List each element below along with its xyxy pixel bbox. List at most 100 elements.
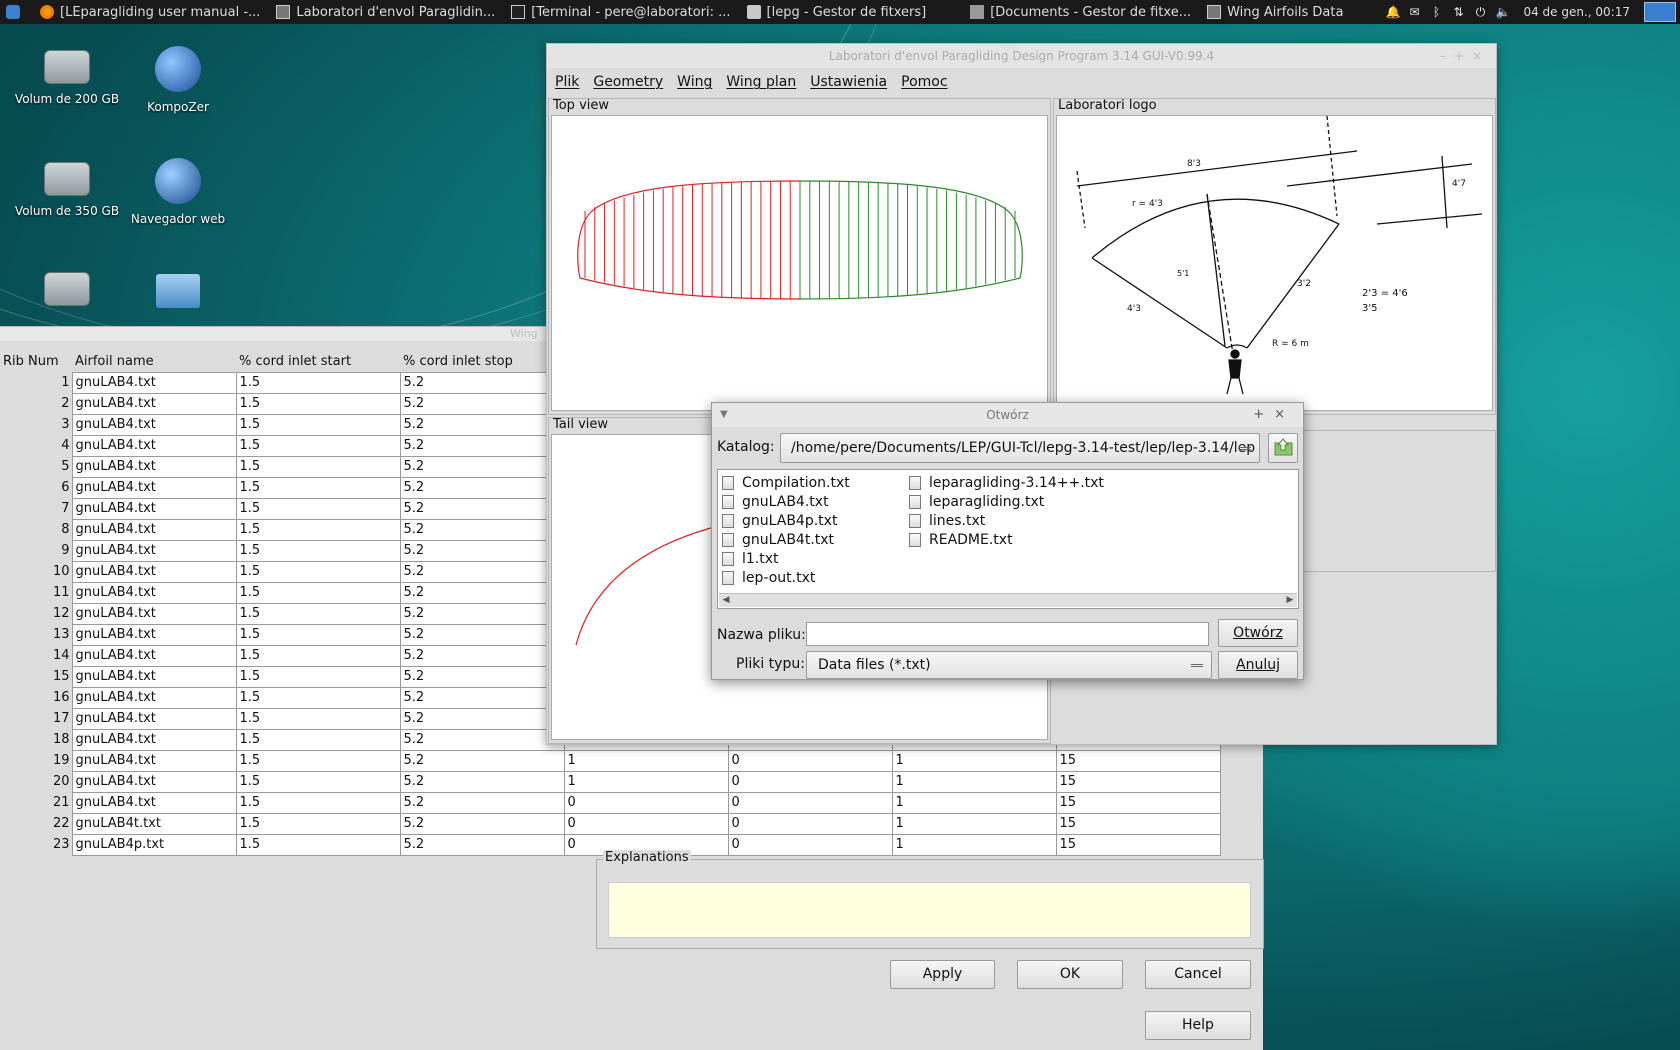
table-cell[interactable]: 0 xyxy=(727,812,893,835)
table-cell[interactable]: 1.5 xyxy=(235,518,401,541)
table-cell[interactable]: gnuLAB4.txt xyxy=(71,392,237,415)
file-item[interactable]: gnuLAB4t.txt xyxy=(722,532,834,548)
table-cell[interactable]: 1 xyxy=(891,770,1057,793)
file-item[interactable]: gnuLAB4p.txt xyxy=(722,513,837,529)
desktop-icon-folder[interactable] xyxy=(123,270,233,312)
task-file-manager-lepg[interactable]: [lepg - Gestor de fitxers] xyxy=(739,0,935,24)
table-cell[interactable]: gnuLAB4.txt xyxy=(71,413,237,436)
file-item[interactable]: l1.txt xyxy=(722,551,779,567)
table-cell[interactable]: 1 xyxy=(563,749,729,772)
table-cell[interactable]: gnuLAB4.txt xyxy=(71,686,237,709)
table-cell[interactable]: gnuLAB4p.txt xyxy=(71,833,237,856)
table-cell[interactable]: 1.5 xyxy=(235,434,401,457)
table-cell[interactable]: 5.2 xyxy=(399,602,565,625)
table-cell[interactable]: gnuLAB4.txt xyxy=(71,434,237,457)
table-cell[interactable]: 5.2 xyxy=(399,770,565,793)
file-item[interactable]: Compilation.txt xyxy=(722,475,850,491)
file-list[interactable]: Compilation.txt gnuLAB4.txt gnuLAB4p.txt gn… xyxy=(717,469,1299,609)
apply-button[interactable]: Apply xyxy=(890,960,995,989)
table-cell[interactable]: 1.5 xyxy=(235,602,401,625)
task-lepg-gui[interactable]: Laboratori d'envol Paraglidin... xyxy=(268,0,503,24)
table-cell[interactable]: 1.5 xyxy=(235,623,401,646)
table-cell[interactable]: 15 xyxy=(1055,833,1221,856)
table-cell[interactable]: 1 xyxy=(891,791,1057,814)
filename-input[interactable] xyxy=(806,622,1209,646)
table-cell[interactable]: 1.5 xyxy=(235,392,401,415)
window-menu-icon[interactable]: ▼ xyxy=(720,403,728,427)
desktop-icon-web-browser[interactable]: Navegador web xyxy=(123,156,233,226)
menu-plik[interactable]: Plik xyxy=(555,74,579,90)
table-cell[interactable]: 1.5 xyxy=(235,707,401,730)
table-cell[interactable]: 1.5 xyxy=(235,476,401,499)
table-cell[interactable]: 0 xyxy=(563,812,729,835)
table-cell[interactable]: gnuLAB4.txt xyxy=(71,707,237,730)
table-cell[interactable]: gnuLAB4.txt xyxy=(71,728,237,751)
menu-geometry[interactable]: Geometry xyxy=(593,74,663,90)
menu-wing-plan[interactable]: Wing plan xyxy=(726,74,796,90)
file-item[interactable]: lines.txt xyxy=(909,513,985,529)
table-cell[interactable]: gnuLAB4.txt xyxy=(71,497,237,520)
table-cell[interactable]: 1.5 xyxy=(235,497,401,520)
horizontal-scrollbar[interactable]: ◀ ▶ xyxy=(719,593,1297,607)
menu-pomoc[interactable]: Pomoc xyxy=(901,74,947,90)
task-firefox[interactable]: [LEparagliding user manual -... xyxy=(32,0,268,24)
table-cell[interactable]: gnuLAB4.txt xyxy=(71,644,237,667)
bell-icon[interactable]: 🔔 xyxy=(1385,5,1400,19)
task-wing-airfoils[interactable]: Wing Airfoils Data xyxy=(1199,0,1351,24)
table-cell[interactable]: 0 xyxy=(727,791,893,814)
menu-wing[interactable]: Wing xyxy=(677,74,712,90)
file-item[interactable]: README.txt xyxy=(909,532,1013,548)
desktop-icon-volume-350[interactable]: Volum de 350 GB xyxy=(12,156,122,218)
open-button[interactable]: Otwórz xyxy=(1218,619,1298,647)
table-cell[interactable]: 0 xyxy=(727,770,893,793)
table-cell[interactable]: gnuLAB4.txt xyxy=(71,371,237,394)
table-cell[interactable]: 1.5 xyxy=(235,791,401,814)
cancel-button[interactable]: Cancel xyxy=(1145,960,1251,989)
table-cell[interactable]: 1 xyxy=(891,749,1057,772)
table-cell[interactable]: 5.2 xyxy=(399,455,565,478)
table-cell[interactable]: 1.5 xyxy=(235,413,401,436)
task-terminal[interactable]: [Terminal - pere@laboratori: ... xyxy=(503,0,738,24)
table-cell[interactable]: 5.2 xyxy=(399,623,565,646)
table-cell[interactable]: 5.2 xyxy=(399,686,565,709)
table-cell[interactable]: gnuLAB4.txt xyxy=(71,665,237,688)
table-cell[interactable]: 5.2 xyxy=(399,644,565,667)
volume-icon[interactable]: 🔈 xyxy=(1495,5,1510,19)
table-cell[interactable]: 5.2 xyxy=(399,707,565,730)
dialog-window-controls[interactable]: +× xyxy=(1253,403,1295,427)
table-cell[interactable]: 5.2 xyxy=(399,371,565,394)
table-cell[interactable]: 5.2 xyxy=(399,497,565,520)
table-cell[interactable]: 0 xyxy=(563,791,729,814)
table-cell[interactable]: 1.5 xyxy=(235,665,401,688)
network-icon[interactable]: ⇅ xyxy=(1451,5,1465,19)
table-cell[interactable]: gnuLAB4t.txt xyxy=(71,812,237,835)
table-cell[interactable]: 1.5 xyxy=(235,455,401,478)
table-cell[interactable]: 1.5 xyxy=(235,581,401,604)
table-cell[interactable]: 1.5 xyxy=(235,770,401,793)
table-cell[interactable]: 1.5 xyxy=(235,728,401,751)
workspace-switcher[interactable] xyxy=(1644,2,1676,22)
table-cell[interactable]: 5.2 xyxy=(399,833,565,856)
scroll-left-icon[interactable]: ◀ xyxy=(719,594,733,607)
table-cell[interactable]: gnuLAB4.txt xyxy=(71,623,237,646)
desktop-icon-volume-200[interactable]: Volum de 200 GB xyxy=(12,44,122,106)
mail-icon[interactable]: ✉ xyxy=(1407,5,1421,19)
clock[interactable]: 04 de gen., 00:17 xyxy=(1523,5,1630,19)
table-cell[interactable]: 1 xyxy=(891,812,1057,835)
table-cell[interactable]: 1 xyxy=(563,770,729,793)
table-cell[interactable]: 1.5 xyxy=(235,812,401,835)
table-cell[interactable]: gnuLAB4.txt xyxy=(71,749,237,772)
table-cell[interactable]: 1.5 xyxy=(235,539,401,562)
table-cell[interactable]: 5.2 xyxy=(399,413,565,436)
table-cell[interactable]: 15 xyxy=(1055,770,1221,793)
table-cell[interactable]: gnuLAB4.txt xyxy=(71,791,237,814)
table-cell[interactable]: 5.2 xyxy=(399,812,565,835)
table-cell[interactable]: 5.2 xyxy=(399,539,565,562)
file-item[interactable]: lep-out.txt xyxy=(722,570,815,586)
table-cell[interactable]: 1.5 xyxy=(235,686,401,709)
file-item[interactable]: leparagliding-3.14++.txt xyxy=(909,475,1104,491)
table-cell[interactable]: 15 xyxy=(1055,812,1221,835)
table-cell[interactable]: gnuLAB4.txt xyxy=(71,602,237,625)
help-button[interactable]: Help xyxy=(1145,1011,1251,1040)
scroll-right-icon[interactable]: ▶ xyxy=(1283,594,1297,607)
